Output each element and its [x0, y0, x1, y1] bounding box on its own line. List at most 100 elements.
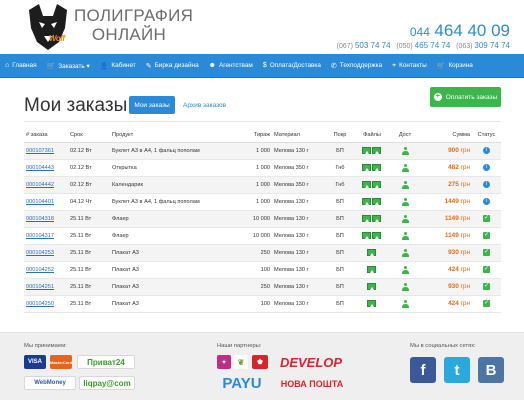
sum-cell: 930 грн: [418, 244, 472, 262]
nav-item-6[interactable]: ✆ Техподдержка: [326, 54, 387, 78]
order-link[interactable]: 000104251: [26, 284, 54, 290]
nav-item-7[interactable]: ⌖ Контакты: [387, 54, 432, 78]
person-icon[interactable]: [401, 248, 409, 257]
price-value: 482 грн: [448, 164, 470, 171]
phone-small[interactable]: 309 74 74: [474, 41, 510, 50]
col-product[interactable]: Продукт: [110, 128, 246, 143]
nav-item-8[interactable]: 🛒 Корзина: [432, 54, 478, 78]
nav-item-2[interactable]: 👤 Кабинет: [95, 54, 141, 78]
order-link[interactable]: 000104443: [26, 165, 54, 171]
material-cell: Мелова 350 г: [272, 176, 328, 194]
price-value: 1149 грн: [445, 232, 470, 239]
site-header: Woff ПОЛИГРАФИЯ ОНЛАЙН 044 464 40 09 (06…: [0, 0, 524, 54]
info-icon[interactable]: i: [483, 181, 490, 188]
price-value: 1149 грн: [445, 215, 470, 222]
order-link[interactable]: 000104318: [26, 216, 54, 222]
sum-cell: 1149 грн: [418, 210, 472, 228]
status-cell: i: [472, 193, 501, 211]
order-link[interactable]: 000104253: [26, 250, 54, 256]
tab-archive[interactable]: Архив заказов: [183, 96, 226, 114]
partner-logo-icon: ✦: [217, 355, 231, 369]
status-cell: i: [472, 142, 501, 160]
status-cell: i: [472, 176, 501, 194]
person-icon[interactable]: [401, 163, 409, 172]
image-file-icon[interactable]: [362, 181, 371, 188]
image-file-icon[interactable]: [372, 164, 381, 171]
price-value: 1449 грн: [445, 198, 470, 205]
col-date[interactable]: Срок: [68, 128, 110, 143]
qty-cell: 1 000: [246, 176, 272, 194]
nav-item-1[interactable]: 🛒 Заказать ▾: [42, 54, 95, 78]
sum-cell: 482 грн: [418, 159, 472, 177]
person-icon[interactable]: [401, 282, 409, 291]
image-file-icon[interactable]: [372, 198, 381, 205]
col-sum[interactable]: Сумма: [418, 128, 472, 143]
brand-name[interactable]: ПОЛИГРАФИЯ ОНЛАЙН: [74, 6, 193, 44]
person-icon[interactable]: [401, 146, 409, 155]
person-icon[interactable]: [401, 231, 409, 240]
order-link[interactable]: 000104250: [26, 301, 54, 307]
twitter-icon[interactable]: t: [444, 357, 470, 383]
info-icon[interactable]: i: [483, 147, 490, 154]
nav-item-3[interactable]: ✎ Бирка дизайна: [141, 54, 204, 78]
image-file-icon[interactable]: [362, 147, 371, 154]
image-file-icon[interactable]: [367, 266, 376, 273]
info-icon[interactable]: i: [483, 164, 490, 171]
col-delivery[interactable]: Дост: [392, 128, 418, 143]
image-file-icon[interactable]: [372, 232, 381, 239]
person-icon[interactable]: [401, 299, 409, 308]
col-files[interactable]: Файлы: [352, 128, 392, 143]
payu-logo: PAYU: [222, 375, 262, 392]
nav-item-5[interactable]: $ Оплата/Доставка: [258, 54, 326, 78]
pay-orders-button[interactable]: + Оплатить заказы: [430, 87, 501, 107]
image-file-icon[interactable]: [362, 198, 371, 205]
material-cell: Мелова 130 г: [272, 142, 328, 160]
person-icon[interactable]: [401, 265, 409, 274]
phone-small[interactable]: 465 74 74: [415, 41, 451, 50]
nav-item-label: Главная: [12, 62, 37, 69]
files-cell: [352, 261, 392, 279]
tab-my-orders[interactable]: Мои заказы: [129, 96, 175, 114]
image-file-icon[interactable]: [362, 215, 371, 222]
vk-icon[interactable]: B: [478, 357, 504, 383]
product-cell: Календарик: [110, 176, 246, 194]
person-icon[interactable]: [401, 180, 409, 189]
nova-poshta-logo: НОВА ПОШТА: [280, 379, 344, 389]
phone-code: (067): [336, 43, 353, 50]
nav-item-4[interactable]: ☻ Агентствам: [204, 54, 258, 78]
order-link[interactable]: 000107361: [26, 148, 54, 154]
image-file-icon[interactable]: [362, 164, 371, 171]
product-cell: Флаер: [110, 210, 246, 228]
facebook-icon[interactable]: f: [410, 357, 436, 383]
delivery-cell: [392, 227, 418, 245]
pencil-icon: ✎: [145, 62, 152, 70]
info-icon[interactable]: i: [483, 198, 490, 205]
order-link[interactable]: 000104317: [26, 233, 54, 239]
wolf-logo-icon[interactable]: [25, 2, 71, 52]
image-file-icon[interactable]: [372, 215, 381, 222]
coating-cell: БП: [328, 142, 352, 160]
col-material[interactable]: Материал: [272, 128, 328, 143]
col-status[interactable]: Статус: [472, 128, 501, 143]
price-amount: 1149: [444, 215, 459, 222]
order-link[interactable]: 000104401: [26, 199, 54, 205]
image-file-icon[interactable]: [372, 147, 381, 154]
qty-cell: 1 000: [246, 142, 272, 160]
image-file-icon[interactable]: [372, 181, 381, 188]
sum-cell: 424 грн: [418, 261, 472, 279]
person-icon[interactable]: [401, 197, 409, 206]
order-link[interactable]: 000104442: [26, 182, 54, 188]
nav-item-0[interactable]: ⌂ Главная: [0, 54, 42, 78]
order-link[interactable]: 000104252: [26, 267, 54, 273]
image-file-icon[interactable]: [367, 249, 376, 256]
image-file-icon[interactable]: [367, 300, 376, 307]
col-order-number[interactable]: # заказа: [24, 128, 68, 143]
brand-line-2: ОНЛАЙН: [91, 25, 167, 44]
phone-small[interactable]: 503 74 74: [355, 41, 391, 50]
col-coating[interactable]: Покр: [328, 128, 352, 143]
image-file-icon[interactable]: [367, 283, 376, 290]
image-file-icon[interactable]: [362, 232, 371, 239]
col-qty[interactable]: Тираж: [246, 128, 272, 143]
person-icon[interactable]: [401, 214, 409, 223]
main-phone[interactable]: 044 464 40 09: [410, 21, 510, 41]
